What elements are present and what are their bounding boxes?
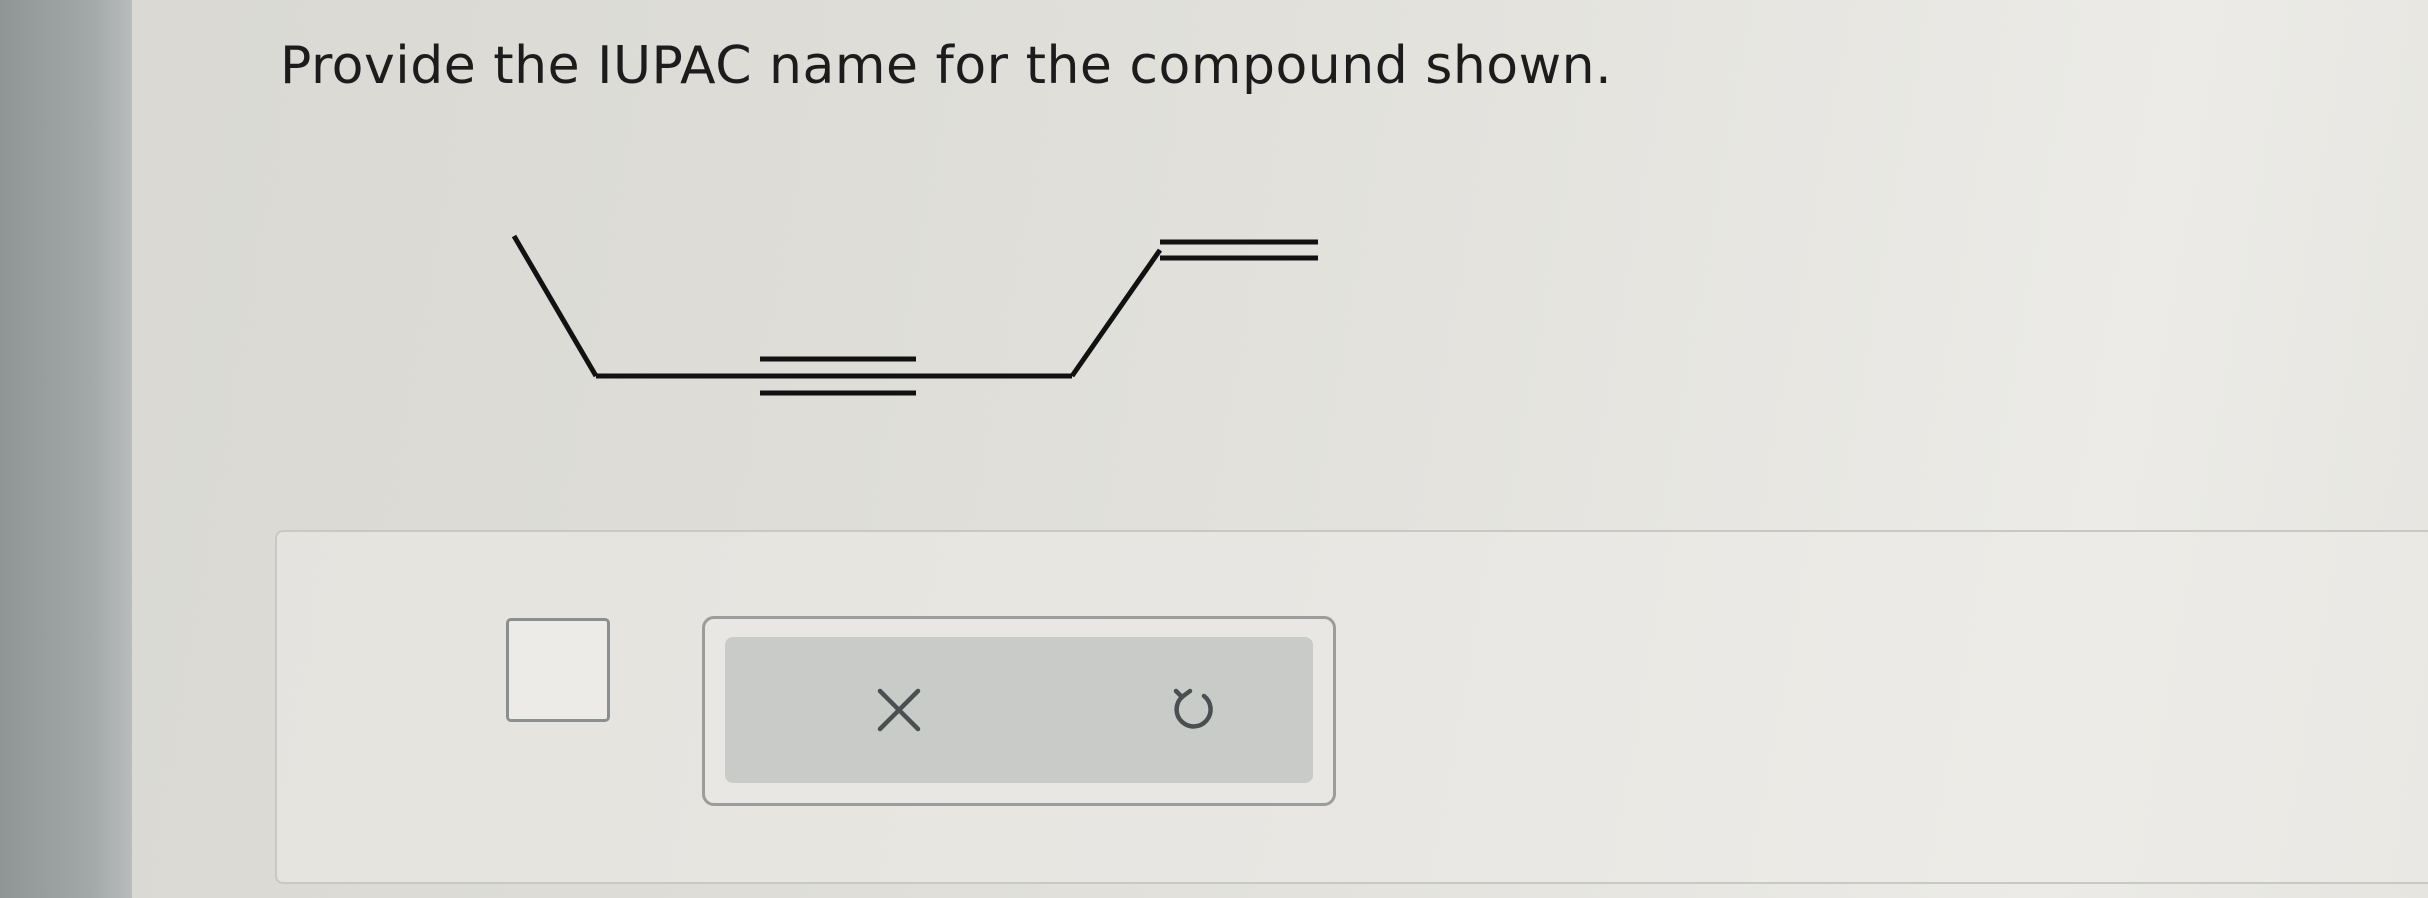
screen-bezel <box>0 0 132 898</box>
triple-bond-c3-c4 <box>760 356 916 396</box>
question-prompt: Provide the IUPAC name for the compound … <box>280 36 1613 96</box>
bond-c1-c2 <box>511 234 599 378</box>
answer-toolbar <box>702 616 1336 806</box>
bond-c5-c6 <box>1069 248 1163 378</box>
clear-button[interactable] <box>799 637 999 783</box>
toolbar-inner <box>725 637 1313 783</box>
close-icon <box>877 688 921 732</box>
answer-input-box[interactable] <box>506 618 610 722</box>
undo-button[interactable] <box>1093 637 1293 783</box>
undo-icon <box>1173 688 1213 729</box>
double-bond-c6-c7 <box>1160 239 1318 261</box>
skeletal-structure-diagram <box>511 234 1318 396</box>
